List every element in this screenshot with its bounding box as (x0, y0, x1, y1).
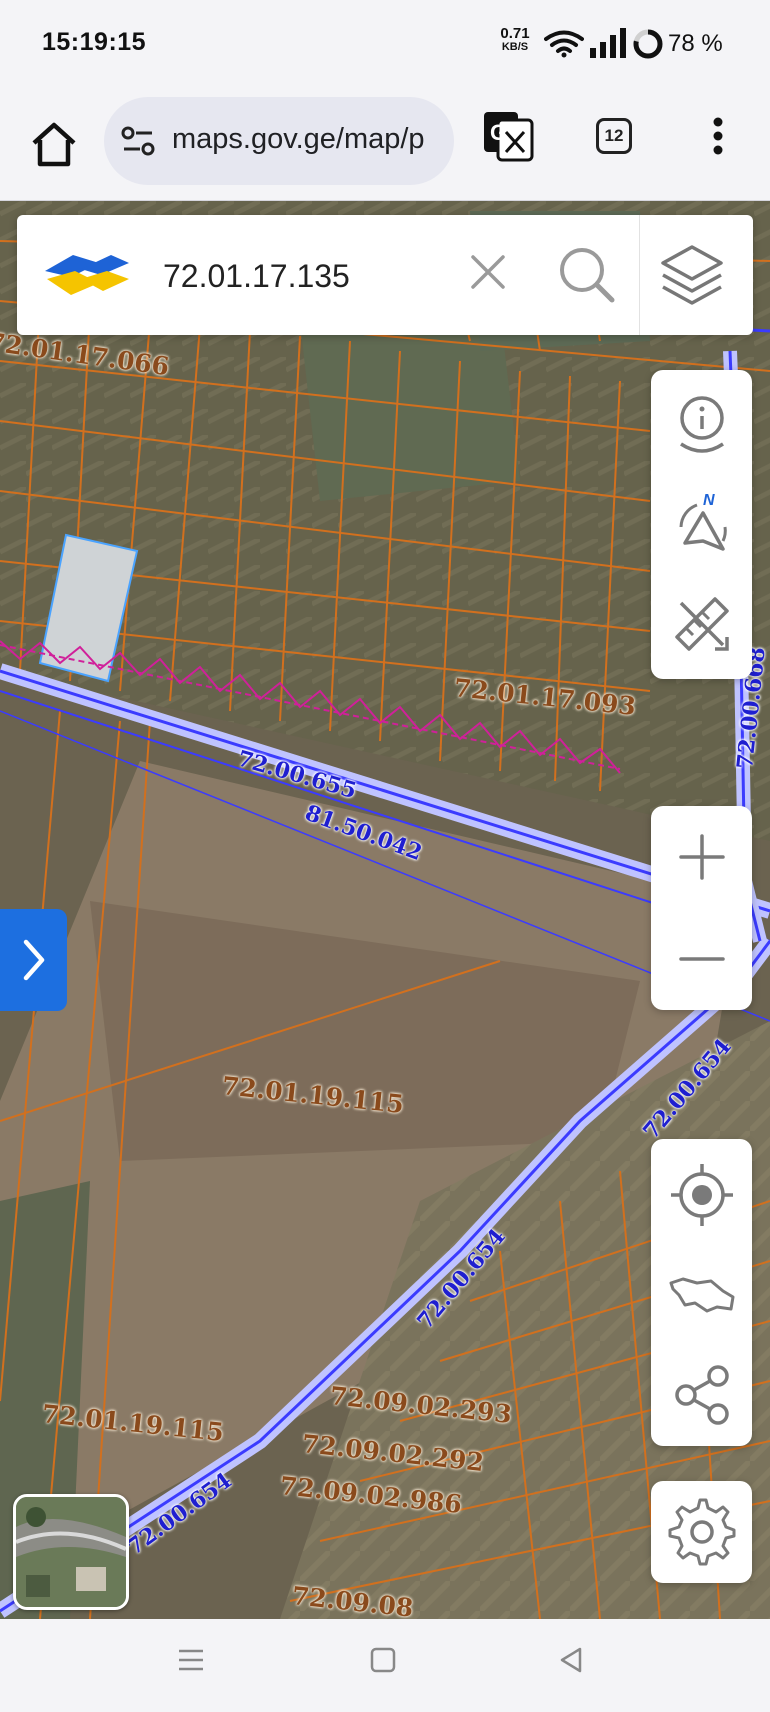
tab-switcher-button[interactable]: 12 (596, 118, 632, 154)
address-bar[interactable]: maps.gov.ge/map/p (104, 97, 454, 185)
zoom-control-group (651, 806, 752, 1010)
chevron-right-icon (23, 939, 44, 981)
measure-icon (674, 597, 729, 651)
side-panel-toggle[interactable] (0, 909, 67, 1011)
network-speed: 0.71 KB/S (493, 26, 537, 53)
country-extent-button[interactable] (651, 1247, 752, 1343)
signal-icon (590, 28, 626, 58)
country-extent-icon (669, 1277, 734, 1313)
compass-button[interactable]: N (651, 476, 752, 570)
napr-logo-icon (45, 255, 129, 295)
zoom-out-button[interactable] (651, 908, 752, 1010)
share-button[interactable] (651, 1347, 752, 1443)
back-icon[interactable] (556, 1645, 586, 1675)
browser-toolbar: maps.gov.ge/map/p G 12 (0, 92, 770, 201)
home-icon[interactable] (26, 116, 82, 172)
battery-percent: 78 % (668, 30, 723, 57)
tools-control-group: N (651, 370, 752, 679)
svg-text:N: N (703, 492, 715, 509)
settings-control[interactable] (651, 1481, 752, 1583)
info-icon (679, 396, 724, 453)
wifi-icon (544, 30, 584, 58)
home-nav-icon[interactable] (368, 1645, 398, 1675)
navigation-control-group (651, 1139, 752, 1446)
translate-icon[interactable]: G (482, 110, 534, 162)
system-nav-bar (0, 1619, 770, 1712)
url-text[interactable]: maps.gov.ge/map/p (172, 123, 442, 156)
svg-text:G: G (490, 120, 507, 145)
network-speed-unit: KB/S (501, 41, 529, 53)
locate-icon (670, 1164, 733, 1226)
basemap-switcher-thumbnail[interactable] (13, 1494, 129, 1610)
recent-apps-icon[interactable] (176, 1645, 206, 1675)
north-compass-icon: N (679, 492, 727, 551)
zoom-in-icon (678, 834, 725, 880)
search-panel (17, 215, 753, 335)
settings-button[interactable] (651, 1481, 752, 1583)
search-icon[interactable] (557, 245, 617, 305)
status-bar: 15:19:15 0.71 KB/S 78 % (0, 0, 770, 92)
share-icon (674, 1365, 729, 1425)
site-settings-icon[interactable] (120, 123, 156, 159)
zoom-out-icon (678, 957, 725, 961)
close-icon[interactable] (467, 251, 509, 293)
network-speed-value: 0.71 (500, 25, 530, 42)
info-button[interactable] (651, 380, 752, 470)
status-time: 15:19:15 (42, 28, 147, 56)
layers-icon[interactable] (659, 243, 725, 307)
zoom-in-button[interactable] (651, 806, 752, 908)
settings-icon (668, 1498, 735, 1566)
overflow-menu-icon[interactable] (712, 116, 724, 156)
basemap-thumbnail-image (16, 1497, 126, 1607)
battery-icon (633, 29, 663, 59)
locate-button[interactable] (651, 1147, 752, 1243)
measure-button[interactable] (651, 578, 752, 670)
search-input[interactable] (161, 245, 465, 307)
search-divider (639, 215, 640, 335)
